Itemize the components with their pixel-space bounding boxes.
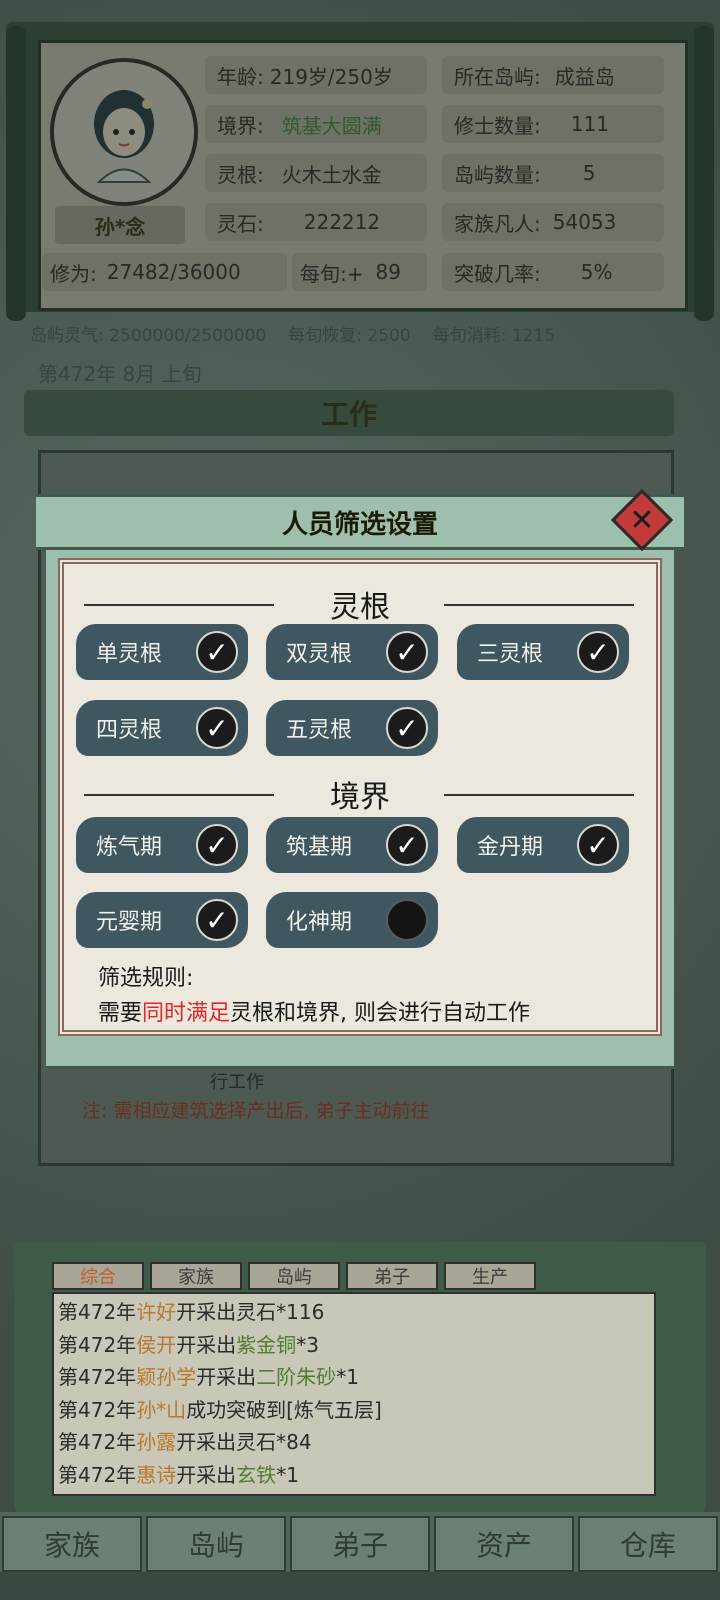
- log-action: 成功突破到[炼气五层]: [186, 1397, 382, 1422]
- chip-label: 四灵根: [96, 718, 163, 743]
- nav-warehouse-button[interactable]: 仓库: [578, 1516, 718, 1572]
- filter-chip-realm-nascent[interactable]: 元婴期 ✓: [76, 892, 248, 948]
- chip-label: 元婴期: [96, 910, 163, 935]
- list-item: 第472年颖孙学开采出二阶朱砂*1: [58, 1361, 654, 1394]
- chip-label: 筑基期: [286, 835, 353, 860]
- filter-dialog-header: 人员筛选设置: [36, 494, 684, 550]
- tab-island[interactable]: 岛屿: [248, 1262, 340, 1290]
- list-item: 第472年惠诗开采出玄铁*1: [58, 1459, 654, 1492]
- filter-dialog-title: 人员筛选设置: [281, 509, 438, 540]
- close-icon: ✕: [629, 502, 655, 538]
- log-list[interactable]: 第472年许好开采出灵石*116 第472年侯开开采出紫金铜*3 第472年颖孙…: [52, 1292, 656, 1496]
- nav-disciple-button[interactable]: 弟子: [290, 1516, 430, 1572]
- system-home-bar: [0, 1572, 720, 1600]
- filter-chip-root-3[interactable]: 三灵根 ✓: [457, 624, 629, 680]
- list-item: 第472年孙*山成功突破到[炼气五层]: [58, 1394, 654, 1427]
- section-title-roots: 灵根: [330, 590, 390, 625]
- log-year: 第472年: [58, 1300, 137, 1324]
- section-title-realm: 境界: [330, 780, 390, 815]
- filter-chip-root-2[interactable]: 双灵根 ✓: [266, 624, 438, 680]
- rule-suffix: 灵根和境界, 则会进行自动工作: [230, 1001, 531, 1026]
- filter-chip-root-4[interactable]: 四灵根 ✓: [76, 700, 248, 756]
- filter-chip-realm-golden-core[interactable]: 金丹期 ✓: [457, 817, 629, 873]
- log-year: 第472年: [58, 1462, 137, 1487]
- chip-label: 金丹期: [477, 835, 544, 860]
- checkmark-icon: ✓: [386, 631, 428, 673]
- log-item: 紫金铜: [236, 1332, 297, 1357]
- log-name: 孙*山: [136, 1397, 187, 1422]
- log-tail: *1: [276, 1462, 299, 1487]
- nav-island-button[interactable]: 岛屿: [146, 1516, 286, 1572]
- list-item: 第472年许好开采出灵石*116: [58, 1296, 654, 1329]
- rule-prefix: 需要: [98, 1001, 143, 1026]
- checkmark-icon: ✓: [196, 899, 238, 941]
- nav-assets-button[interactable]: 资产: [434, 1516, 574, 1572]
- log-tabs: 综合 家族 岛屿 弟子 生产: [52, 1262, 536, 1290]
- log-name: 孙露: [136, 1430, 177, 1454]
- log-year: 第472年: [58, 1397, 137, 1422]
- nav-family-button[interactable]: 家族: [2, 1516, 142, 1572]
- list-item: 第472年侯开开采出紫金铜*3: [58, 1329, 654, 1362]
- filter-chip-root-1[interactable]: 单灵根 ✓: [76, 624, 248, 680]
- chip-label: 化神期: [286, 910, 353, 935]
- log-year: 第472年: [58, 1332, 137, 1357]
- log-action: 开采出灵石*116: [176, 1300, 325, 1324]
- chip-label: 五灵根: [286, 718, 353, 743]
- rule-label: 筛选规则:: [98, 966, 194, 991]
- list-item: 第472年孙露开采出灵石*84: [58, 1426, 654, 1459]
- rule-text: 需要同时满足灵根和境界, 则会进行自动工作: [98, 995, 530, 1027]
- tab-general[interactable]: 综合: [52, 1262, 144, 1290]
- filter-chip-root-5[interactable]: 五灵根 ✓: [266, 700, 438, 756]
- filter-chip-realm-qi[interactable]: 炼气期 ✓: [76, 817, 248, 873]
- checkmark-icon: ✓: [386, 824, 428, 866]
- checkmark-icon: ✓: [196, 707, 238, 749]
- chip-label: 炼气期: [96, 835, 163, 860]
- log-item: 玄铁: [236, 1462, 277, 1487]
- tab-production[interactable]: 生产: [444, 1262, 536, 1290]
- tab-family[interactable]: 家族: [150, 1262, 242, 1290]
- checkmark-icon: ✓: [577, 631, 619, 673]
- log-action: 开采出灵石*84: [176, 1430, 312, 1454]
- unchecked-icon: [386, 899, 428, 941]
- log-tail: *3: [296, 1332, 319, 1357]
- filter-chip-realm-spirit[interactable]: 化神期: [266, 892, 438, 948]
- log-name: 惠诗: [136, 1462, 177, 1487]
- log-action: 开采出: [176, 1462, 237, 1487]
- log-name: 许好: [136, 1300, 177, 1324]
- tab-disciple[interactable]: 弟子: [346, 1262, 438, 1290]
- checkmark-icon: ✓: [196, 631, 238, 673]
- log-action: 开采出: [196, 1365, 257, 1389]
- log-item: 二阶朱砂: [256, 1365, 337, 1389]
- log-tail: *1: [336, 1365, 359, 1389]
- log-action: 开采出: [176, 1332, 237, 1357]
- checkmark-icon: ✓: [386, 707, 428, 749]
- log-year: 第472年: [58, 1430, 137, 1454]
- filter-chip-realm-foundation[interactable]: 筑基期 ✓: [266, 817, 438, 873]
- chip-label: 双灵根: [286, 642, 353, 667]
- checkmark-icon: ✓: [577, 824, 619, 866]
- chip-label: 三灵根: [477, 642, 544, 667]
- rule-highlight: 同时满足: [142, 1001, 231, 1026]
- log-name: 颖孙学: [136, 1365, 197, 1389]
- log-name: 侯开: [136, 1332, 177, 1357]
- checkmark-icon: ✓: [196, 824, 238, 866]
- chip-label: 单灵根: [96, 642, 163, 667]
- log-year: 第472年: [58, 1365, 137, 1389]
